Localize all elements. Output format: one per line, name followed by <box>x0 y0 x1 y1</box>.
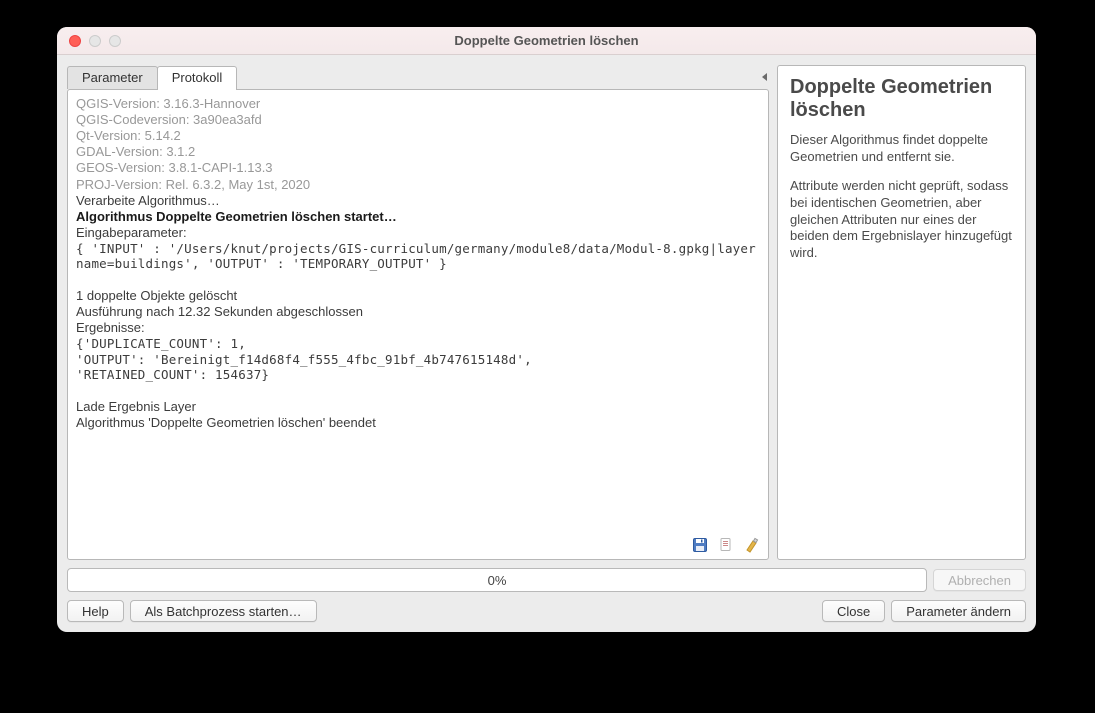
log-toolbar <box>68 533 768 559</box>
save-log-icon[interactable] <box>692 537 708 553</box>
main-row: Parameter Protokoll QGIS-Version: 3.16.3… <box>67 65 1026 560</box>
log-line: Qt-Version: 5.14.2 <box>76 128 760 144</box>
help-title: Doppelte Geometrien löschen <box>790 76 1013 122</box>
help-pane: Doppelte Geometrien löschen Dieser Algor… <box>777 65 1026 560</box>
help-paragraph-1: Dieser Algorithmus findet doppelte Geome… <box>790 132 1013 166</box>
log-line: { 'INPUT' : '/Users/knut/projects/GIS-cu… <box>76 241 760 272</box>
log-line: Ergebnisse: <box>76 320 760 336</box>
titlebar: Doppelte Geometrien löschen <box>57 27 1036 55</box>
close-window-icon[interactable] <box>69 35 81 47</box>
window-title: Doppelte Geometrien löschen <box>454 33 638 48</box>
button-row: Help Als Batchprozess starten… Close Par… <box>67 600 1026 622</box>
log-line: 1 doppelte Objekte gelöscht <box>76 288 760 304</box>
log-line: GDAL-Version: 3.1.2 <box>76 144 760 160</box>
progress-bar: 0% <box>67 568 927 592</box>
dialog-body: Parameter Protokoll QGIS-Version: 3.16.3… <box>57 55 1036 632</box>
log-line <box>76 383 760 399</box>
left-pane: Parameter Protokoll QGIS-Version: 3.16.3… <box>67 65 769 560</box>
log-line: Eingabeparameter: <box>76 225 760 241</box>
tab-bar: Parameter Protokoll <box>67 65 769 89</box>
help-paragraph-2: Attribute werden nicht geprüft, sodass b… <box>790 178 1013 262</box>
log-line: Verarbeite Algorithmus… <box>76 193 760 209</box>
log-line: QGIS-Version: 3.16.3-Hannover <box>76 96 760 112</box>
log-line: Algorithmus Doppelte Geometrien löschen … <box>76 209 760 225</box>
batch-button[interactable]: Als Batchprozess starten… <box>130 600 317 622</box>
zoom-window-icon[interactable] <box>109 35 121 47</box>
log-line: QGIS-Codeversion: 3a90ea3afd <box>76 112 760 128</box>
progress-text: 0% <box>488 573 507 588</box>
cancel-button: Abbrechen <box>933 569 1026 591</box>
tab-parameter[interactable]: Parameter <box>67 66 158 89</box>
log-content[interactable]: QGIS-Version: 3.16.3-HannoverQGIS-Codeve… <box>68 90 768 533</box>
change-params-button[interactable]: Parameter ändern <box>891 600 1026 622</box>
log-line: Ausführung nach 12.32 Sekunden abgeschlo… <box>76 304 760 320</box>
log-line: {'DUPLICATE_COUNT': 1, <box>76 336 760 352</box>
copy-log-icon[interactable] <box>718 537 734 553</box>
log-line: GEOS-Version: 3.8.1-CAPI-1.13.3 <box>76 160 760 176</box>
log-line: Algorithmus 'Doppelte Geometrien löschen… <box>76 415 760 431</box>
tab-protokoll[interactable]: Protokoll <box>157 66 238 90</box>
log-line: PROJ-Version: Rel. 6.3.2, May 1st, 2020 <box>76 177 760 193</box>
log-panel: QGIS-Version: 3.16.3-HannoverQGIS-Codeve… <box>67 89 769 560</box>
minimize-window-icon[interactable] <box>89 35 101 47</box>
collapse-help-icon[interactable] <box>762 73 767 81</box>
dialog-window: Doppelte Geometrien löschen Parameter Pr… <box>57 27 1036 632</box>
log-line: Lade Ergebnis Layer <box>76 399 760 415</box>
close-button[interactable]: Close <box>822 600 885 622</box>
progress-row: 0% Abbrechen <box>67 568 1026 592</box>
log-line: 'RETAINED_COUNT': 154637} <box>76 367 760 383</box>
window-controls <box>69 35 121 47</box>
log-line <box>76 272 760 288</box>
log-line: 'OUTPUT': 'Bereinigt_f14d68f4_f555_4fbc_… <box>76 352 760 368</box>
clear-log-icon[interactable] <box>744 537 760 553</box>
help-button[interactable]: Help <box>67 600 124 622</box>
